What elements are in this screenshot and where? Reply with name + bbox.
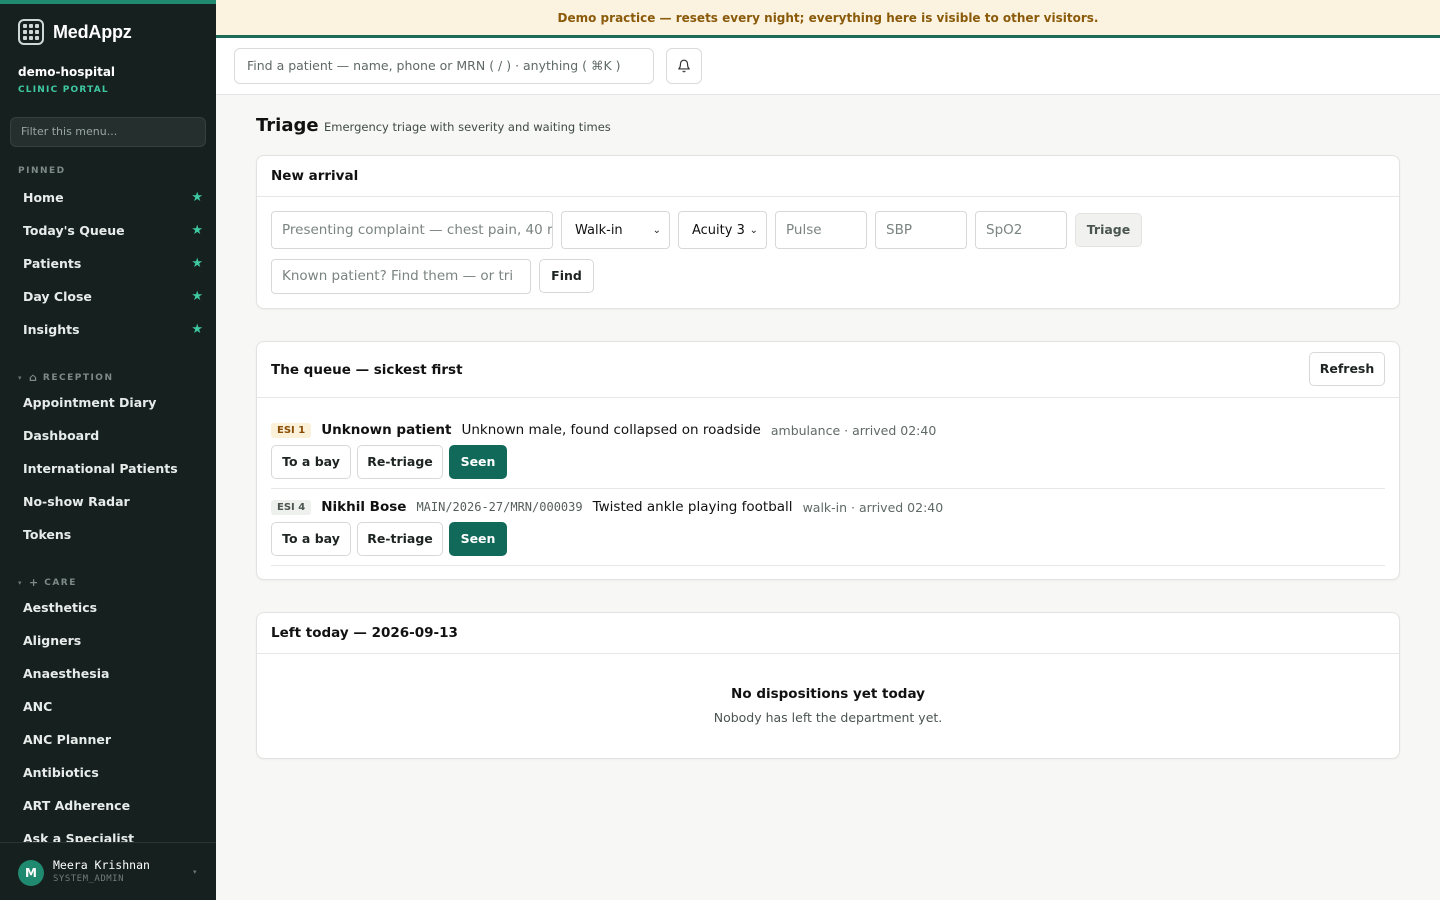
refresh-button[interactable]: Refresh [1309,352,1385,386]
known-patient-input[interactable]: Known patient? Find them — or tri [271,259,531,294]
star-icon[interactable]: ★ [191,289,203,304]
arrival-mode-select[interactable]: Walk-in ⌄ [561,211,670,249]
star-icon[interactable]: ★ [191,256,203,271]
sidebar-item-home[interactable]: Home ★ [23,190,203,205]
card-title: New arrival [271,168,359,184]
table-row: ESI 1 Unknown patient Unknown male, foun… [271,412,1385,489]
empty-state-subtitle: Nobody has left the department yet. [713,710,943,725]
re-triage-button[interactable]: Re-triage [357,445,443,479]
sidebar: MedAppz demo-hospital CLINIC PORTAL Filt… [0,0,216,900]
avatar: M [18,860,44,886]
empty-state-title: No dispositions yet today [731,686,925,702]
star-icon[interactable]: ★ [191,322,203,337]
sbp-input[interactable]: SBP [875,211,967,249]
page-title: Triage [256,115,319,136]
sidebar-item-appointment-diary[interactable]: Appointment Diary [23,395,203,410]
sidebar-item-insights[interactable]: Insights ★ [23,322,203,337]
sidebar-item-label: Home [23,190,64,205]
complaint-text: Unknown male, found collapsed on roadsid… [461,422,761,438]
org-name: demo-hospital [18,65,116,79]
triage-button[interactable]: Triage [1075,213,1142,247]
brand[interactable]: MedAppz [18,19,132,45]
find-button[interactable]: Find [539,259,594,293]
notifications-button[interactable] [666,48,702,84]
sidebar-item-label: Today's Queue [23,223,125,238]
home-icon: ⌂ [29,371,37,384]
esi-badge: ESI 1 [271,422,312,438]
sidebar-item-todays-queue[interactable]: Today's Queue ★ [23,223,203,238]
sidebar-item-label: Day Close [23,289,92,304]
sidebar-item-aligners[interactable]: Aligners [23,633,203,648]
re-triage-button[interactable]: Re-triage [357,522,443,556]
user-role: SYSTEM_ADMIN [53,874,125,884]
chevron-down-icon: ⌄ [749,224,758,236]
patient-name[interactable]: Nikhil Bose [321,499,406,515]
chevron-down-icon: ▾ [193,868,197,876]
sidebar-item-day-close[interactable]: Day Close ★ [23,289,203,304]
sidebar-item-aesthetics[interactable]: Aesthetics [23,600,203,615]
complaint-input[interactable]: Presenting complaint — chest pain, 40 r [271,211,553,249]
card-header: The queue — sickest first Refresh [257,342,1399,398]
spo2-input[interactable]: SpO2 [975,211,1067,249]
sidebar-item-patients[interactable]: Patients ★ [23,256,203,271]
select-value: Acuity 3 [692,222,745,238]
esi-badge: ESI 4 [271,499,312,515]
chevron-down-icon: ▾ [18,373,24,382]
card-title: Left today — 2026-09-13 [271,625,458,641]
sidebar-item-no-show-radar[interactable]: No-show Radar [23,494,203,509]
pulse-input[interactable]: Pulse [775,211,867,249]
arrival-meta: walk-in · arrived 02:40 [802,499,944,515]
patient-search-input[interactable]: Find a patient — name, phone or MRN ( / … [234,48,654,84]
table-row: ESI 4 Nikhil Bose MAIN/2026-27/MRN/00003… [271,489,1385,566]
acuity-select[interactable]: Acuity 3 ⌄ [678,211,767,249]
seen-button[interactable]: Seen [449,522,507,556]
queue-card: The queue — sickest first Refresh ESI 1 … [256,341,1400,580]
sidebar-item-dashboard[interactable]: Dashboard [23,428,203,443]
sidebar-item-anc[interactable]: ANC [23,699,203,714]
app-logo-icon [18,19,44,45]
sidebar-item-label: Insights [23,322,80,337]
card-title: The queue — sickest first [271,362,463,378]
sidebar-item-international-patients[interactable]: International Patients [23,461,203,476]
app-name: MedAppz [53,21,132,42]
sidebar-item-tokens[interactable]: Tokens [23,527,203,542]
plus-icon: + [29,576,39,589]
section-label-care[interactable]: ▾ + CARE [18,576,77,589]
star-icon[interactable]: ★ [191,223,203,238]
sidebar-item-antibiotics[interactable]: Antibiotics [23,765,203,780]
chevron-down-icon: ▾ [18,578,24,587]
left-today-card: Left today — 2026-09-13 No dispositions … [256,612,1400,759]
user-menu[interactable]: M Meera Krishnan SYSTEM_ADMIN ▾ [0,842,216,900]
sidebar-item-anaesthesia[interactable]: Anaesthesia [23,666,203,681]
patient-mrn: MAIN/2026-27/MRN/000039 [416,500,583,514]
org-subtitle: CLINIC PORTAL [18,85,109,95]
page-subtitle: Emergency triage with severity and waiti… [324,120,611,134]
topbar: Find a patient — name, phone or MRN ( / … [216,38,1440,95]
star-icon[interactable]: ★ [191,190,203,205]
seen-button[interactable]: Seen [449,445,507,479]
arrival-meta: ambulance · arrived 02:40 [770,422,937,438]
to-a-bay-button[interactable]: To a bay [271,522,351,556]
user-name: Meera Krishnan [53,858,150,872]
card-header: Left today — 2026-09-13 [257,613,1399,654]
section-label-pinned: PINNED [18,166,66,176]
menu-filter-input[interactable]: Filter this menu... [10,117,206,147]
sidebar-item-art-adherence[interactable]: ART Adherence [23,798,203,813]
sidebar-item-label: Patients [23,256,82,271]
bell-icon [678,59,690,73]
sidebar-item-anc-planner[interactable]: ANC Planner [23,732,203,747]
patient-name[interactable]: Unknown patient [321,422,451,438]
card-header: New arrival [257,156,1399,197]
complaint-text: Twisted ankle playing football [592,499,793,515]
new-arrival-card: New arrival Presenting complaint — chest… [256,155,1400,309]
section-label-reception[interactable]: ▾ ⌂ RECEPTION [18,371,114,384]
chevron-down-icon: ⌄ [652,224,661,236]
select-value: Walk-in [575,222,623,238]
demo-banner: Demo practice — resets every night; ever… [216,0,1440,38]
to-a-bay-button[interactable]: To a bay [271,445,351,479]
